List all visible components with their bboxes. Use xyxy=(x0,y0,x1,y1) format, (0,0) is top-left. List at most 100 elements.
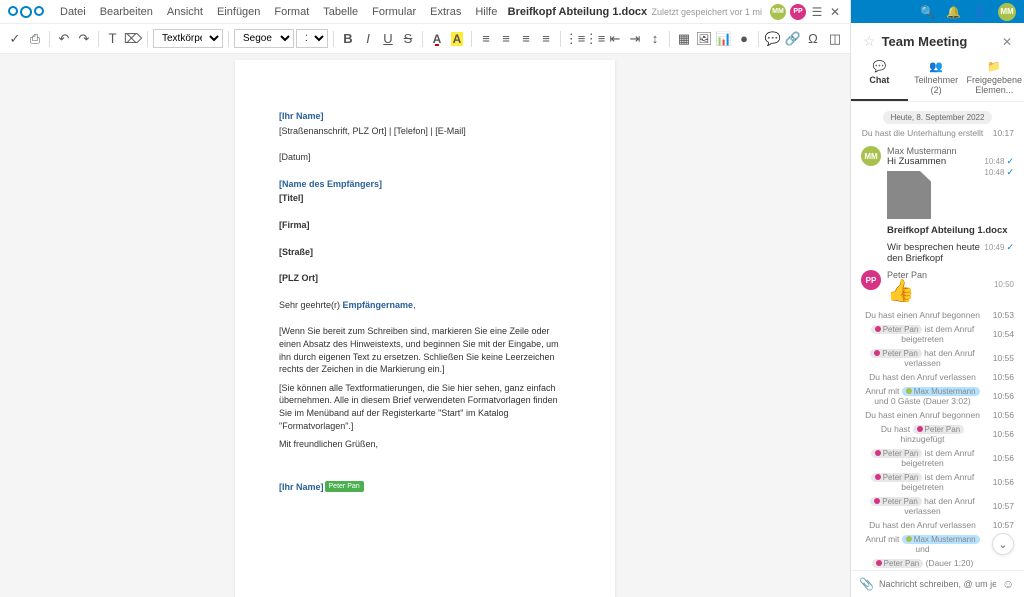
insert-table-icon[interactable]: ▦ xyxy=(675,30,693,48)
underline-icon[interactable]: U xyxy=(379,30,397,48)
user-pill[interactable]: Peter Pan xyxy=(871,473,923,482)
close-sidebar-icon[interactable]: ✕ xyxy=(1002,35,1012,49)
doc-closing[interactable]: Mit freundlichen Grüßen, xyxy=(279,438,571,451)
list-icon[interactable]: ☰ xyxy=(810,5,824,19)
chat-input[interactable] xyxy=(879,579,996,589)
file-attachment-icon[interactable] xyxy=(887,171,931,219)
number-list-icon[interactable]: ⋮≡ xyxy=(586,30,604,48)
italic-icon[interactable]: I xyxy=(359,30,377,48)
font-color-icon[interactable]: A xyxy=(428,30,446,48)
read-check-icon: ✓ xyxy=(1006,156,1014,167)
read-check-icon: ✓ xyxy=(1006,242,1014,253)
toolbar: ✓ ⎙ ↶ ↷ Ꭲ ⌦ Textkörper Segoe UI 11 B I U… xyxy=(0,24,850,54)
sidebar-toggle-icon[interactable]: ◫ xyxy=(826,30,844,48)
file-name[interactable]: Breifkopf Abteilung 1.docx xyxy=(887,225,1014,236)
insert-comment-icon[interactable]: 💬 xyxy=(764,30,782,48)
tab-participants[interactable]: 👥Teilnehmer (2) xyxy=(908,56,965,101)
document-canvas[interactable]: [Ihr Name] [Straßenanschrift, PLZ Ort] |… xyxy=(0,54,850,597)
menu-table[interactable]: Tabelle xyxy=(317,4,364,20)
menu-format[interactable]: Format xyxy=(268,4,315,20)
insert-image-icon[interactable]: 🖼 xyxy=(695,30,713,48)
user-pill[interactable]: Peter Pan xyxy=(872,559,924,568)
doc-plz[interactable]: [PLZ Ort] xyxy=(279,272,571,285)
paragraph-style-select[interactable]: Textkörper xyxy=(153,29,223,48)
reaction-thumbs-up-icon: 👍 xyxy=(887,280,994,302)
redo-icon[interactable]: ↷ xyxy=(75,30,93,48)
current-user-avatar[interactable]: MM xyxy=(998,3,1016,21)
doc-your-name[interactable]: [Ihr Name] xyxy=(279,110,571,123)
menu-view[interactable]: Ansicht xyxy=(161,4,209,20)
menu-form[interactable]: Formular xyxy=(366,4,422,20)
insert-symbol-icon[interactable]: Ω xyxy=(804,30,822,48)
user-pill[interactable]: Peter Pan xyxy=(871,449,923,458)
menu-file[interactable]: Datei xyxy=(54,4,92,20)
clear-format-icon[interactable]: ⌦ xyxy=(124,30,142,48)
user-pill[interactable]: Peter Pan xyxy=(870,349,922,358)
menu-insert[interactable]: Einfügen xyxy=(211,4,266,20)
doc-date[interactable]: [Datum] xyxy=(279,151,571,164)
menu-help[interactable]: Hilfe xyxy=(469,4,503,20)
doc-signature-line[interactable]: [Ihr Name]Peter Pan xyxy=(279,481,571,494)
user-avatar-mm[interactable]: MM xyxy=(770,4,786,20)
chat-sidebar: 🔍 🔔 👤 MM ☆ Team Meeting ✕ 💬Chat 👥Teilneh… xyxy=(850,0,1024,597)
chat-message: MM Max Mustermann Hi Zusammen10:48✓ 10:4… xyxy=(861,146,1014,264)
outdent-icon[interactable]: ⇤ xyxy=(606,30,624,48)
scroll-down-button[interactable]: ⌄ xyxy=(992,533,1014,555)
doc-firma[interactable]: [Firma] xyxy=(279,219,571,232)
tab-chat[interactable]: 💬Chat xyxy=(851,56,908,101)
folder-icon: 📁 xyxy=(966,60,1022,73)
print-icon[interactable]: ⎙ xyxy=(26,30,44,48)
chat-title: Team Meeting xyxy=(882,34,996,49)
saved-status: Zuletzt gespeichert vor 1 mi xyxy=(651,7,762,17)
app-topbar: 🔍 🔔 👤 MM xyxy=(851,0,1024,23)
chat-message: PP Peter Pan 👍10:50 xyxy=(861,270,1014,302)
chat-messages[interactable]: Heute, 8. September 2022 Du hast die Unt… xyxy=(851,102,1024,570)
align-left-icon[interactable]: ≡ xyxy=(477,30,495,48)
align-right-icon[interactable]: ≡ xyxy=(517,30,535,48)
insert-chart-icon[interactable]: 📊 xyxy=(715,30,733,48)
emoji-icon[interactable]: ☺ xyxy=(1002,577,1016,591)
favorite-star-icon[interactable]: ☆ xyxy=(863,33,876,50)
search-icon[interactable]: 🔍 xyxy=(920,5,934,19)
menu-edit[interactable]: Bearbeiten xyxy=(94,4,159,20)
bullet-list-icon[interactable]: ⋮≡ xyxy=(566,30,584,48)
line-spacing-icon[interactable]: ↕ xyxy=(646,30,664,48)
doc-recipient-title[interactable]: [Titel] xyxy=(279,192,571,205)
user-pill[interactable]: Peter Pan xyxy=(913,425,965,434)
highlight-icon[interactable]: A xyxy=(448,30,466,48)
insert-link-icon[interactable]: 🔗 xyxy=(784,30,802,48)
user-pill[interactable]: Peter Pan xyxy=(871,325,923,334)
undo-icon[interactable]: ↶ xyxy=(55,30,73,48)
save-icon[interactable]: ✓ xyxy=(6,30,24,48)
user-pill[interactable]: Max Mustermann xyxy=(902,535,980,544)
menubar: Datei Bearbeiten Ansicht Einfügen Format… xyxy=(0,0,850,24)
notifications-icon[interactable]: 🔔 xyxy=(946,5,960,19)
format-paint-icon[interactable]: Ꭲ xyxy=(104,30,122,48)
bold-icon[interactable]: B xyxy=(339,30,357,48)
document-page[interactable]: [Ihr Name] [Straßenanschrift, PLZ Ort] |… xyxy=(235,60,615,597)
user-pill[interactable]: Peter Pan xyxy=(870,497,922,506)
doc-strasse[interactable]: [Straße] xyxy=(279,246,571,259)
tab-shared[interactable]: 📁Freigegebene Elemen... xyxy=(964,56,1024,101)
close-doc-icon[interactable]: ✕ xyxy=(828,5,842,19)
doc-para1[interactable]: [Wenn Sie bereit zum Schreiben sind, mar… xyxy=(279,325,571,375)
align-justify-icon[interactable]: ≡ xyxy=(537,30,555,48)
doc-para2[interactable]: [Sie können alle Textformatierungen, die… xyxy=(279,382,571,432)
menu-tools[interactable]: Extras xyxy=(424,4,467,20)
attach-icon[interactable]: 📎 xyxy=(859,577,873,591)
user-pill[interactable]: Max Mustermann xyxy=(902,387,980,396)
document-title: Breifkopf Abteilung 1.docx xyxy=(505,6,649,18)
font-size-select[interactable]: 11 xyxy=(296,29,328,48)
people-icon: 👥 xyxy=(910,60,963,73)
contacts-icon[interactable]: 👤 xyxy=(972,5,986,19)
strike-icon[interactable]: S xyxy=(399,30,417,48)
align-center-icon[interactable]: ≡ xyxy=(497,30,515,48)
doc-address[interactable]: [Straßenanschrift, PLZ Ort] | [Telefon] … xyxy=(279,125,571,138)
system-event: Du hast die Unterhaltung erstellt10:17 xyxy=(861,126,1014,140)
indent-icon[interactable]: ⇥ xyxy=(626,30,644,48)
font-family-select[interactable]: Segoe UI xyxy=(234,29,294,48)
insert-shape-icon[interactable]: ● xyxy=(735,30,753,48)
doc-salutation[interactable]: Sehr geehrte(r) Empfängername, xyxy=(279,299,571,312)
user-avatar-pp[interactable]: PP xyxy=(790,4,806,20)
doc-recipient[interactable]: [Name des Empfängers] xyxy=(279,178,571,191)
